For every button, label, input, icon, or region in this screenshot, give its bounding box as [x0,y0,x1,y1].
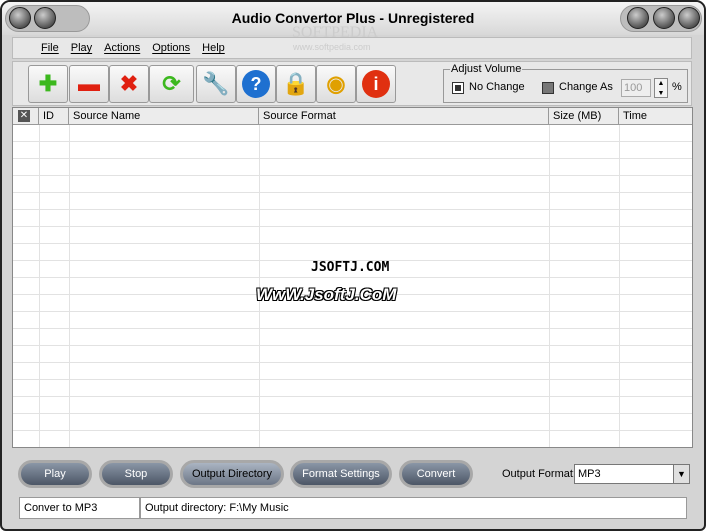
info-button[interactable]: i [356,65,396,103]
maximize-button[interactable] [653,7,675,29]
output-format-label: Output Format: [502,468,576,480]
change-as-label: Change As [559,81,613,93]
info-icon: i [362,70,390,98]
title-bar: Audio Convertor Plus - Unregistered SOFT… [2,2,704,41]
column-source-name[interactable]: Source Name [69,108,259,125]
help-icon: ? [242,70,270,98]
watermark-text: WwW.JsoftJ.CoM [256,285,397,304]
menu-actions[interactable]: Actions [104,42,140,54]
no-change-radio[interactable] [452,82,464,94]
change-as-checkbox[interactable] [542,82,554,94]
menu-bar: File Play Actions Options Help www.softpedia… [12,37,692,59]
output-format-value: MP3 [578,468,601,480]
output-format-select[interactable]: MP3 ▼ [574,464,690,484]
select-all-checkbox[interactable]: ✕ [13,108,39,125]
toolbar: Adjust Volume No Change Change As 100 ▲ ▼… [12,61,692,106]
convert-refresh-button[interactable]: ⟳ [149,65,194,103]
menu-help[interactable]: Help [202,42,225,54]
register-lock-button[interactable]: 🔒 [276,65,316,103]
adjust-volume-legend: Adjust Volume [450,63,523,75]
app-window: Audio Convertor Plus - Unregistered SOFT… [0,0,706,531]
minimize-button[interactable] [627,7,649,29]
table-header: ✕ ID Source Name Source Format Size (MB)… [13,108,692,125]
column-source-format[interactable]: Source Format [259,108,549,125]
status-format: Conver to MP3 [19,497,140,519]
add-button[interactable]: ✚ [28,65,68,103]
settings-wrench-button[interactable]: 🔧 [196,65,236,103]
close-button[interactable] [678,7,700,29]
column-size[interactable]: Size (MB) [549,108,619,125]
format-settings-button[interactable]: Format Settings [290,460,392,488]
settings-wrench-icon: 🔧 [202,71,230,96]
column-id[interactable]: ID [39,108,69,125]
register-lock-icon: 🔒 [282,71,310,96]
status-output-directory: Output directory: F:\My Music [140,497,687,519]
delete-icon: ✖ [119,71,139,96]
delete-button[interactable]: ✖ [109,65,149,103]
percent-label: % [672,81,682,93]
convert-button[interactable]: Convert [399,460,473,488]
volume-value-input[interactable]: 100 [621,79,651,97]
chevron-down-icon[interactable]: ▼ [673,465,689,483]
watermark-text: JSOFTJ.COM [311,260,390,275]
output-directory-button[interactable]: Output Directory [180,460,284,488]
buy-coins-button[interactable]: ◉ [316,65,356,103]
remove-icon: ▬ [78,71,100,96]
add-icon: ✚ [38,71,58,96]
convert-refresh-icon: ⟳ [162,71,181,96]
play-button[interactable]: Play [18,460,92,488]
file-table: ✕ ID Source Name Source Format Size (MB)… [12,107,693,448]
stop-button[interactable]: Stop [99,460,173,488]
volume-spinner[interactable]: ▲ ▼ [654,78,668,98]
column-time[interactable]: Time [619,108,692,125]
menu-options[interactable]: Options [152,42,190,54]
buy-coins-icon: ◉ [326,71,346,96]
no-change-label: No Change [469,81,525,93]
adjust-volume-group: Adjust Volume No Change Change As 100 ▲ ▼… [443,63,688,103]
menu-play[interactable]: Play [71,42,92,54]
help-button[interactable]: ? [236,65,276,103]
remove-button[interactable]: ▬ [69,65,109,103]
menu-file[interactable]: File [41,42,59,54]
softpedia-url-watermark: www.softpedia.com [293,42,371,52]
